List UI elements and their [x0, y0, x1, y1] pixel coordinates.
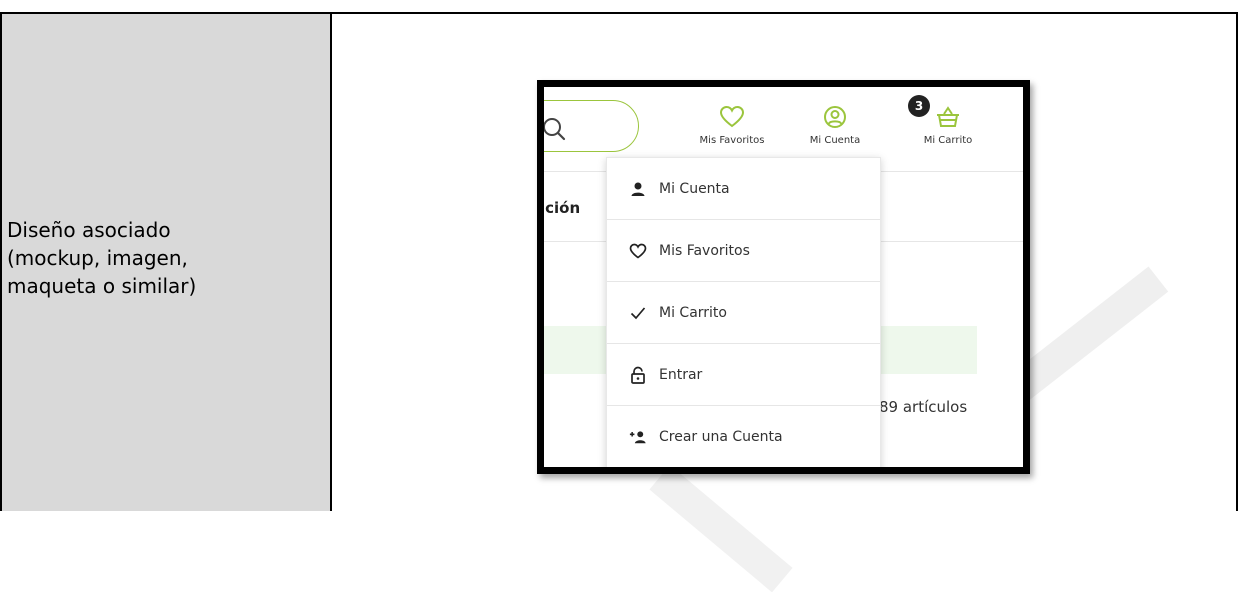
menu-item-label: Mi Cuenta — [659, 180, 730, 197]
mockup-screenshot: Mis Favoritos Mi Cuenta 3 Mi Carrito ici… — [537, 80, 1030, 474]
account-dropdown-menu: Mi Cuenta Mis Favoritos Mi Carrito Entra… — [606, 157, 881, 467]
menu-item-label: Crear una Cuenta — [659, 429, 783, 445]
menu-item-favorites[interactable]: Mis Favoritos — [607, 220, 880, 282]
header-account[interactable]: Mi Cuenta — [800, 105, 870, 146]
person-icon — [629, 180, 647, 198]
basket-icon — [937, 106, 959, 127]
cart-label: Mi Carrito — [923, 135, 973, 146]
search-icon[interactable] — [541, 116, 567, 142]
account-icon — [824, 106, 846, 128]
background-tab-fragment: ición — [540, 199, 581, 217]
menu-item-create-account[interactable]: Crear una Cuenta — [607, 406, 880, 467]
heart-icon — [719, 105, 745, 128]
heart-icon — [629, 242, 647, 260]
lock-icon — [629, 366, 647, 384]
menu-item-login[interactable]: Entrar — [607, 344, 880, 406]
header-favorites[interactable]: Mis Favoritos — [687, 105, 777, 146]
favorites-label: Mis Favoritos — [699, 135, 765, 146]
menu-item-label: Mis Favoritos — [659, 242, 750, 259]
label-cell: Diseño asociado (mockup, imagen, maqueta… — [2, 14, 332, 511]
menu-item-my-account[interactable]: Mi Cuenta — [607, 158, 880, 220]
menu-item-label: Mi Carrito — [659, 304, 727, 321]
menu-item-cart[interactable]: Mi Carrito — [607, 282, 880, 344]
header-cart[interactable]: Mi Carrito — [908, 105, 988, 146]
account-label: Mi Cuenta — [809, 135, 861, 146]
row-label: Diseño asociado (mockup, imagen, maqueta… — [7, 217, 197, 298]
check-icon — [629, 304, 647, 322]
search-bar[interactable] — [541, 100, 639, 152]
add-person-icon — [629, 428, 647, 446]
items-count: 89 artículos — [879, 398, 968, 416]
menu-item-label: Entrar — [659, 366, 703, 383]
